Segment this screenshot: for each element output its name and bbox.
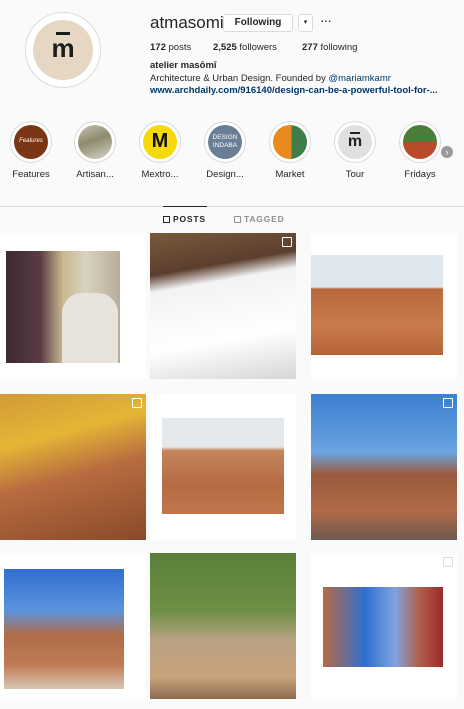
- tab-divider: [0, 206, 464, 207]
- highlight-mextro[interactable]: M Mextro...: [130, 121, 190, 180]
- profile-bio: Architecture & Urban Design. Founded by …: [150, 73, 391, 84]
- market-cover-icon: [273, 125, 307, 159]
- post-image: [4, 569, 124, 689]
- tag-icon: [234, 216, 241, 223]
- post-tile[interactable]: [0, 394, 146, 540]
- following-count[interactable]: 277 following: [302, 42, 357, 53]
- highlight-label: Market: [275, 169, 305, 180]
- profile-website-link[interactable]: www.archdaily.com/916140/design-can-be-a…: [150, 85, 438, 96]
- post-image: [162, 418, 284, 514]
- mextro-letter: M: [151, 130, 169, 152]
- artisan-cover-icon: [78, 125, 112, 159]
- design-indaba-logo-icon: DESIGN INDABA: [208, 125, 242, 159]
- post-image: [311, 255, 443, 355]
- post-tile[interactable]: [311, 233, 457, 379]
- highlight-label: Features: [12, 169, 50, 180]
- followers-count[interactable]: 2,525 followers: [213, 42, 277, 53]
- fridays-cover-icon: [403, 125, 437, 159]
- tab-tagged-label: TAGGED: [244, 214, 285, 224]
- highlight-design-indaba[interactable]: DESIGN INDABA Design...: [195, 121, 255, 180]
- profile-avatar[interactable]: m: [25, 12, 101, 88]
- features-cover-icon: Features: [14, 125, 48, 159]
- post-image-figure: [62, 293, 118, 363]
- highlight-label: Tour: [345, 169, 365, 180]
- tab-posts[interactable]: POSTS: [163, 214, 206, 224]
- post-image: [323, 587, 443, 667]
- features-cover-text: Features: [19, 138, 43, 144]
- post-tile[interactable]: [150, 394, 296, 540]
- multi-photo-icon: [132, 398, 142, 408]
- multi-photo-icon: [443, 557, 453, 567]
- highlight-features[interactable]: Features Features: [1, 121, 61, 180]
- more-options-icon[interactable]: ···: [320, 12, 332, 28]
- highlight-label: Mextro...: [141, 169, 179, 180]
- highlight-label: Fridays: [404, 169, 436, 180]
- post-tile[interactable]: [0, 553, 146, 699]
- post-tile[interactable]: [150, 233, 296, 379]
- profile-header: m atmasomi Following ▾ ··· 172 posts 2,5…: [0, 0, 464, 110]
- chevron-down-icon[interactable]: ▾: [298, 14, 313, 32]
- indaba-text-2: INDABA: [212, 142, 238, 149]
- profile-username: atmasomi: [150, 13, 224, 32]
- posts-count: 172 posts: [150, 42, 192, 53]
- post-tile[interactable]: [150, 553, 296, 699]
- highlight-artisan[interactable]: Artisan...: [65, 121, 125, 180]
- post-tile[interactable]: [311, 394, 457, 540]
- multi-photo-icon: [443, 398, 453, 408]
- logo-letter: m: [51, 33, 75, 63]
- profile-full-name: atelier masōmī: [150, 60, 217, 71]
- tour-letter: m: [347, 133, 363, 150]
- avatar-logo: m: [33, 20, 93, 80]
- highlight-label: Artisan...: [76, 169, 114, 180]
- post-tile[interactable]: [311, 553, 457, 699]
- following-button[interactable]: Following: [223, 14, 293, 32]
- chevron-right-icon[interactable]: ›: [441, 146, 453, 158]
- grid-icon: [163, 216, 170, 223]
- multi-photo-icon: [282, 237, 292, 247]
- tab-posts-label: POSTS: [173, 214, 206, 224]
- highlight-tour[interactable]: m Tour: [325, 121, 385, 180]
- indaba-text-1: DESIGN: [212, 134, 238, 141]
- tab-tagged[interactable]: TAGGED: [234, 214, 285, 224]
- active-tab-indicator: [163, 206, 207, 207]
- post-tile[interactable]: [0, 233, 146, 379]
- highlight-market[interactable]: Market: [260, 121, 320, 180]
- story-highlights: Features Features Artisan... M Mextro...…: [0, 121, 464, 181]
- bio-mention-link[interactable]: @mariamkamr: [328, 73, 390, 84]
- mextro-logo-icon: M: [143, 125, 177, 159]
- highlight-label: Design...: [206, 169, 244, 180]
- tour-logo-icon: m: [338, 125, 372, 159]
